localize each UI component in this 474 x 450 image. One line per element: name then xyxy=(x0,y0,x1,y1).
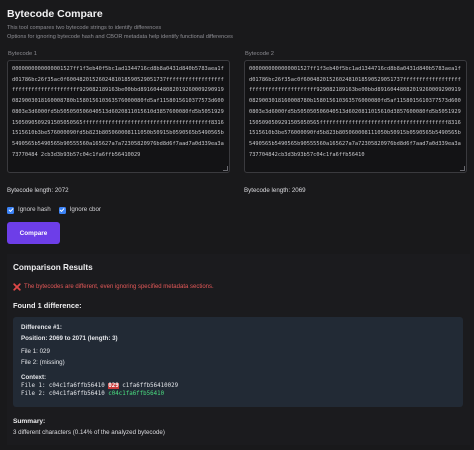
difference-position: Position: 2069 to 2071 (length: 3) xyxy=(21,335,118,342)
page-subtitle-1: This tool compares two bytecode strings … xyxy=(7,25,162,31)
context-label: Context: xyxy=(21,374,47,381)
error-text: The bytecodes are different, even ignori… xyxy=(24,284,214,290)
bytecode-editors: Bytecode 1 0000000000000001527ff1f3eb40f… xyxy=(7,50,467,173)
page-subtitle-2: Options for ignoring bytecode hash and C… xyxy=(7,34,233,40)
bytecode-lengths: Bytecode length: 2072 Bytecode length: 2… xyxy=(7,186,467,195)
bytecode-1-textarea[interactable]: 0000000000000001527ff1f3eb40f5bc1ad13447… xyxy=(7,60,230,173)
summary-text: 3 different characters (0.14% of the ana… xyxy=(13,429,165,436)
bytecode-2-length: Bytecode length: 2069 xyxy=(244,187,306,194)
context-file-1-suffix: c1fa6ffb56410029 xyxy=(122,383,179,389)
bytecode-1-value[interactable]: 0000000000000001527ff1f3eb40f5bc1ad13447… xyxy=(12,64,225,160)
resize-grip-icon[interactable] xyxy=(460,166,465,171)
ignore-hash-option[interactable]: Ignore hash xyxy=(7,206,51,214)
page-title: Bytecode Compare xyxy=(7,8,103,20)
bytecode-1-length: Bytecode length: 2072 xyxy=(7,187,69,194)
ignore-hash-checkbox[interactable] xyxy=(7,206,14,214)
difference-file-1: File 1: 029 xyxy=(21,348,50,355)
difference-file-2: File 2: (missing) xyxy=(21,359,65,366)
bytecode-1-column: Bytecode 1 0000000000000001527ff1f3eb40f… xyxy=(7,50,230,173)
bytecode-2-value[interactable]: 0000000000000001527ff1f3eb40f5bc1ad13447… xyxy=(249,64,462,160)
bytecode-compare-page: Bytecode Compare This tool compares two … xyxy=(0,0,474,450)
ignore-cbor-label: Ignore cbor xyxy=(69,206,101,213)
compare-options: Ignore hash Ignore cbor xyxy=(7,205,467,215)
error-message: The bytecodes are different, even ignori… xyxy=(13,283,463,291)
ignore-cbor-checkbox[interactable] xyxy=(58,206,66,214)
bytecode-1-label: Bytecode 1 xyxy=(8,51,38,57)
comparison-results: Comparison Results The bytecodes are dif… xyxy=(7,254,470,445)
checkmark-icon xyxy=(8,208,13,212)
checkmark-icon xyxy=(59,208,65,212)
differences-count: Found 1 difference: xyxy=(13,301,82,310)
context-file-1-prefix: File 1: c04c1fa6ffb56410 xyxy=(21,383,105,389)
context-file-2: File 2: c04c1fa6ffb56410 c04c1fa6ffb5641… xyxy=(21,390,455,398)
context-diff-highlight: 029 xyxy=(108,383,119,389)
context-file-1: File 1: c04c1fa6ffb56410 029 c1fa6ffb564… xyxy=(21,382,455,390)
context-file-2-prefix: File 2: c04c1fa6ffb56410 xyxy=(21,391,109,397)
compare-button[interactable]: Compare xyxy=(7,222,60,244)
summary-title: Summary: xyxy=(13,418,46,425)
error-x-icon xyxy=(13,283,21,291)
results-title: Comparison Results xyxy=(13,263,93,272)
difference-card: Difference #1: Position: 2069 to 2071 (l… xyxy=(13,317,463,407)
difference-title: Difference #1: xyxy=(21,324,62,331)
context-match-highlight: c04c1fa6ffb56410 xyxy=(108,391,165,397)
bytecode-2-column: Bytecode 2 0000000000000001527ff1f3eb40f… xyxy=(244,50,467,173)
bytecode-2-label: Bytecode 2 xyxy=(245,51,275,57)
ignore-hash-label: Ignore hash xyxy=(18,206,51,213)
resize-grip-icon[interactable] xyxy=(223,166,228,171)
ignore-cbor-option[interactable]: Ignore cbor xyxy=(58,206,101,214)
bytecode-2-textarea[interactable]: 0000000000000001527ff1f3eb40f5bc1ad13447… xyxy=(244,60,467,173)
